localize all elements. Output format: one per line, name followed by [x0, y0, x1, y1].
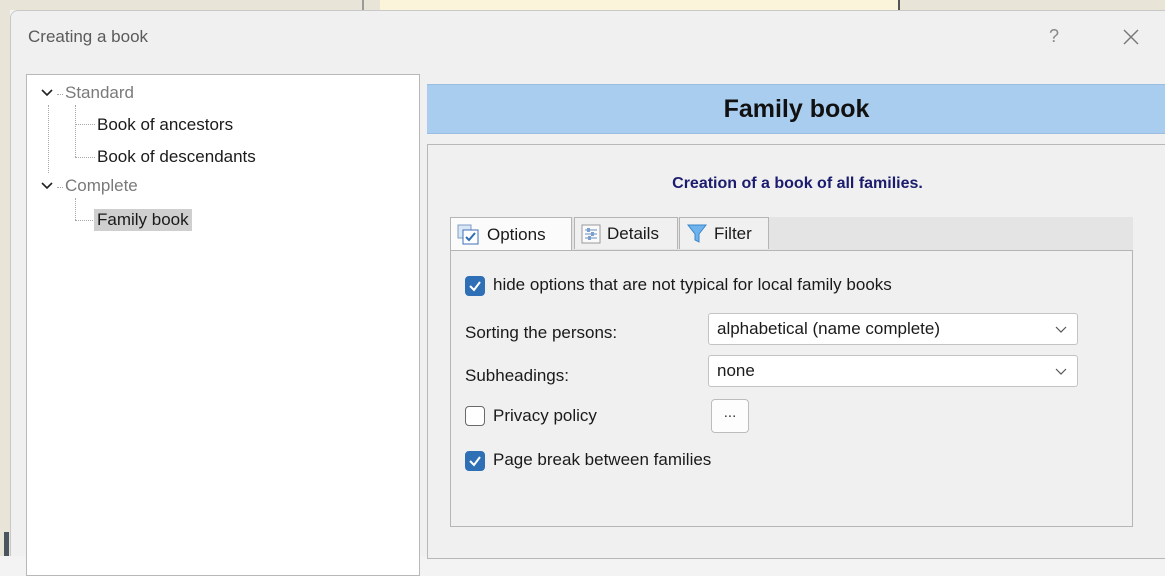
- privacy-policy-settings-button[interactable]: ...: [711, 399, 749, 433]
- details-list-icon: [581, 224, 601, 243]
- book-description: Creation of a book of all families.: [672, 175, 923, 192]
- tree-item-book-of-ancestors[interactable]: Book of ancestors: [97, 115, 233, 135]
- tab-options[interactable]: Options: [450, 217, 572, 251]
- funnel-filter-icon: [686, 224, 708, 243]
- subheadings-select[interactable]: none: [708, 355, 1078, 387]
- content-panel: Creation of a book of all families. Opti…: [427, 144, 1165, 559]
- tree-connector: [57, 94, 63, 95]
- checkmark-icon: [469, 281, 481, 292]
- tree-connector: [48, 105, 49, 173]
- tab-filter-label: Filter: [714, 223, 752, 243]
- options-tab-page: hide options that are not typical for lo…: [450, 250, 1133, 527]
- tree-connector: [75, 124, 95, 125]
- title-bar: Creating a book ?: [11, 11, 1165, 63]
- page-break-label[interactable]: Page break between families: [493, 450, 711, 470]
- tab-options-label: Options: [487, 224, 546, 244]
- tree-connector: [75, 157, 95, 158]
- chevron-down-icon[interactable]: [40, 179, 54, 193]
- tab-filter[interactable]: Filter: [679, 217, 769, 249]
- subheadings-label: Subheadings:: [465, 366, 569, 385]
- background-divider: [362, 0, 364, 10]
- page-break-checkbox[interactable]: [465, 451, 485, 471]
- tree-item-book-of-descendants[interactable]: Book of descendants: [97, 147, 256, 167]
- close-button[interactable]: [1117, 23, 1145, 51]
- background-panel: [380, 0, 900, 10]
- chevron-down-icon: [1055, 368, 1067, 375]
- hide-options-label[interactable]: hide options that are not typical for lo…: [493, 275, 892, 295]
- window-title: Creating a book: [28, 27, 149, 46]
- options-checkbox-icon: [457, 224, 479, 244]
- tree-group-complete[interactable]: Complete: [65, 176, 138, 196]
- help-button[interactable]: ?: [1041, 23, 1067, 49]
- background-window-strip: [0, 0, 1165, 10]
- background-window-mark: [4, 532, 9, 556]
- tree-connector: [57, 187, 63, 188]
- hide-options-checkbox[interactable]: [465, 276, 485, 296]
- main-panel: Family book Creation of a book of all fa…: [427, 74, 1165, 559]
- tab-details-label: Details: [607, 223, 659, 243]
- background-divider: [898, 0, 900, 10]
- sorting-label: Sorting the persons:: [465, 323, 618, 342]
- book-type-tree[interactable]: Standard Book of ancestors Book of desce…: [26, 74, 420, 576]
- chevron-down-icon: [1055, 326, 1067, 333]
- tree-connector: [75, 220, 95, 221]
- tree-item-family-book[interactable]: Family book: [94, 209, 192, 231]
- subheadings-select-value: none: [717, 361, 755, 380]
- privacy-policy-checkbox[interactable]: [465, 406, 485, 426]
- tree-connector: [75, 198, 76, 220]
- sorting-select[interactable]: alphabetical (name complete): [708, 313, 1078, 345]
- page-title: Family book: [427, 84, 1165, 134]
- creating-book-dialog: Creating a book ? Standard Book of ances…: [10, 10, 1165, 576]
- tree-connector: [75, 105, 76, 157]
- privacy-policy-label[interactable]: Privacy policy: [493, 406, 597, 426]
- close-icon: [1123, 29, 1139, 45]
- checkmark-icon: [469, 456, 481, 467]
- sorting-select-value: alphabetical (name complete): [717, 319, 941, 338]
- tree-group-standard[interactable]: Standard: [65, 83, 134, 103]
- chevron-down-icon[interactable]: [40, 86, 54, 100]
- tab-details[interactable]: Details: [574, 217, 678, 249]
- background-window-edge: [0, 10, 10, 556]
